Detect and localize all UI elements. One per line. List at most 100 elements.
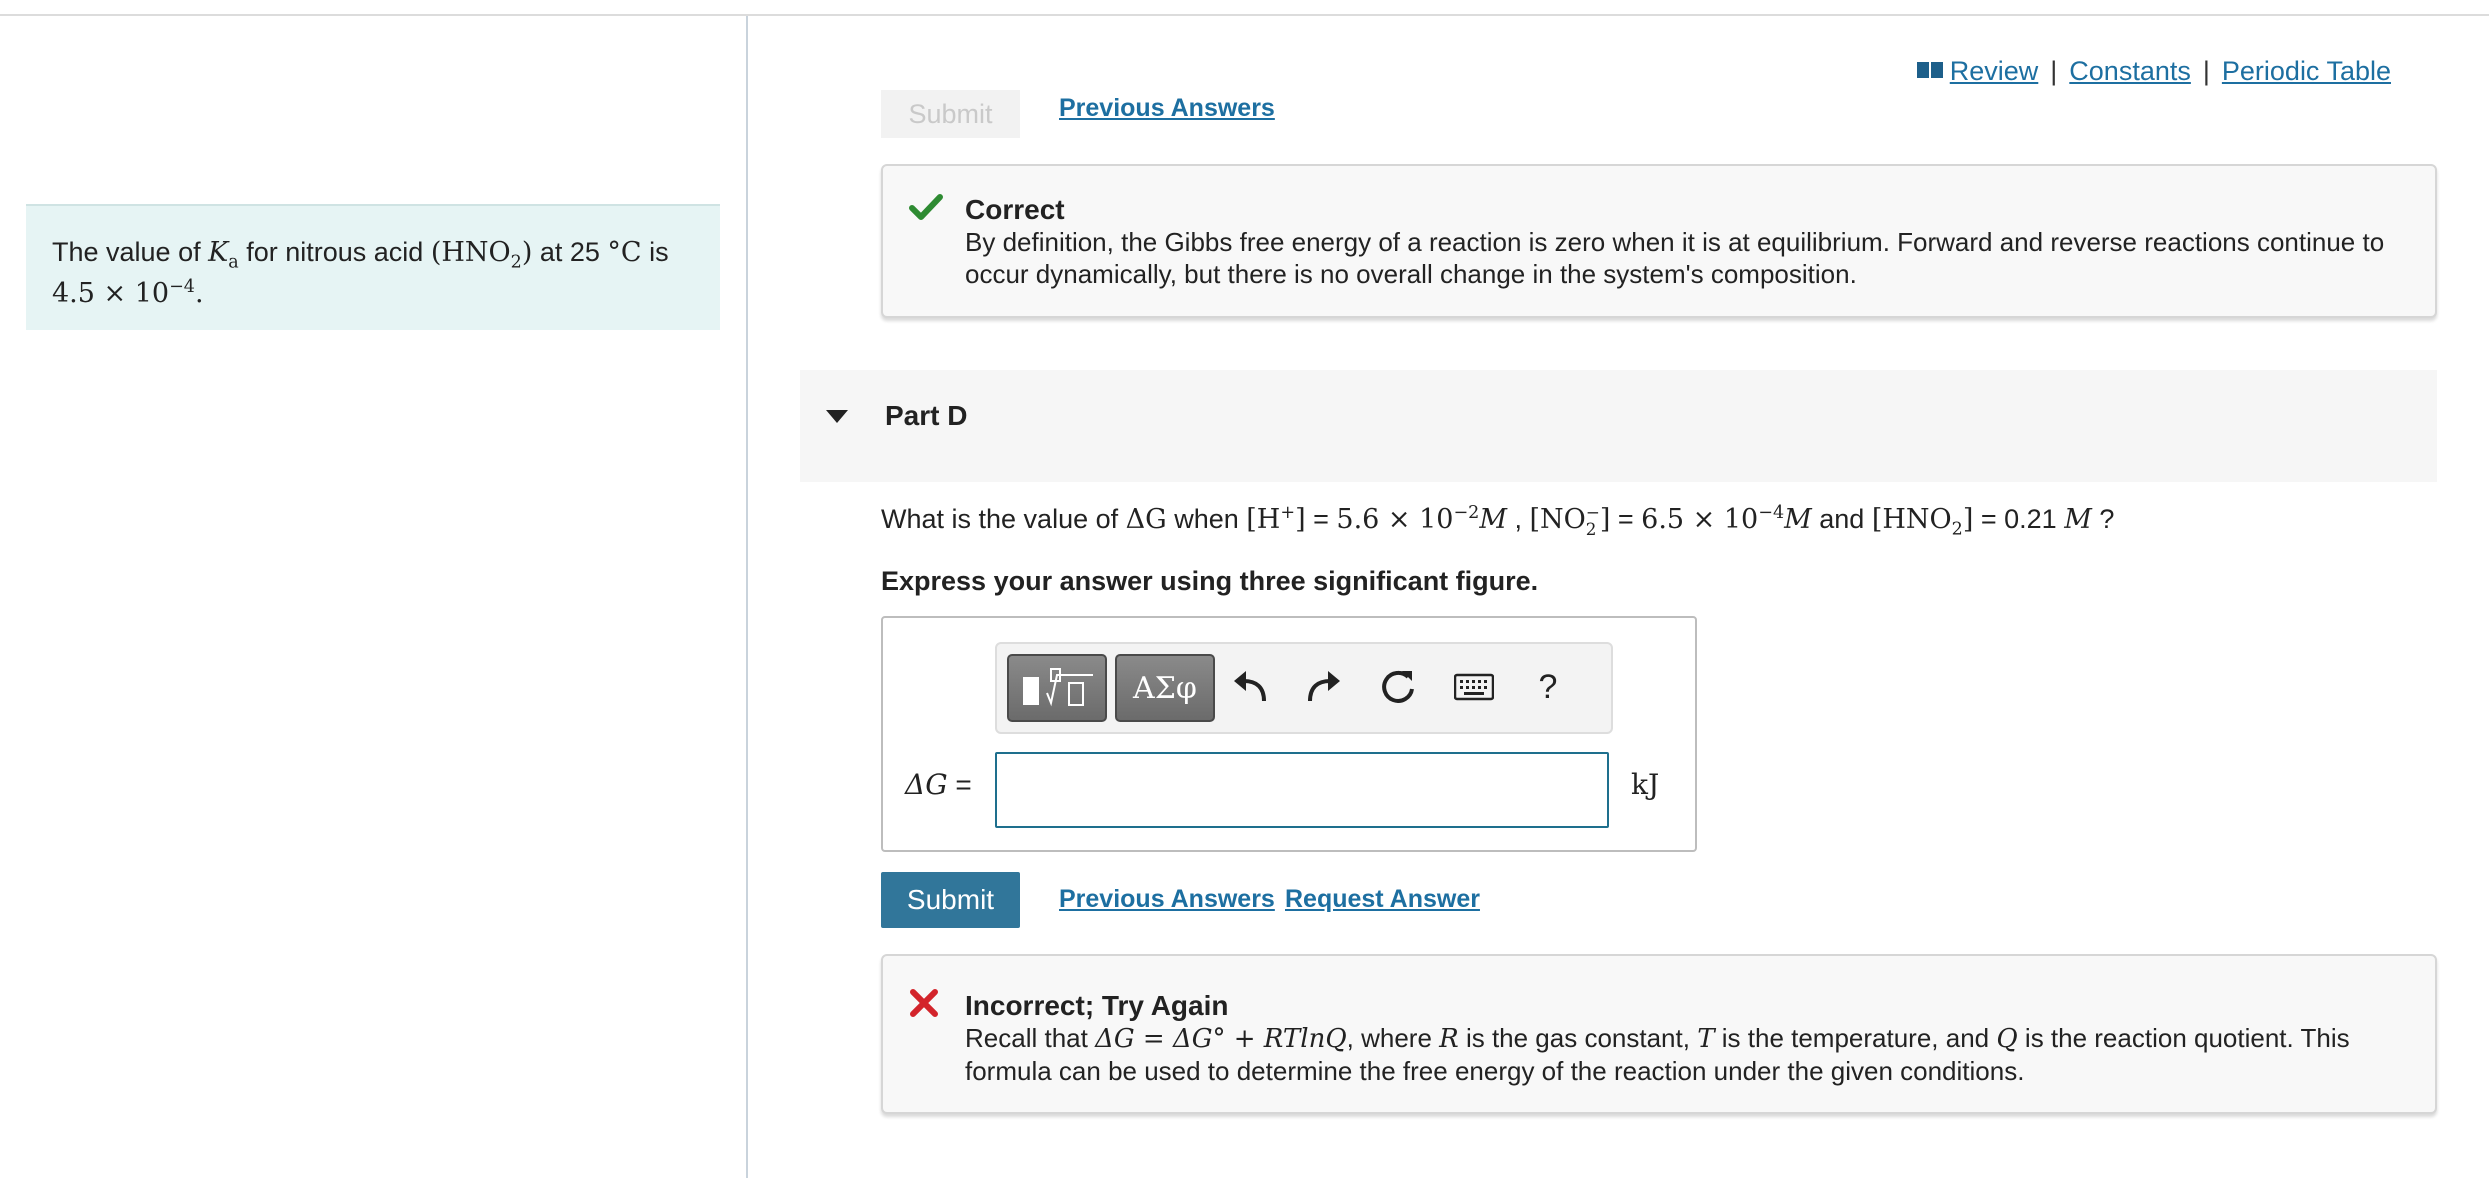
hint-text: Recall that (965, 1023, 1096, 1053)
hno2-open: [HNO (1871, 504, 1952, 536)
link-separator: | (2202, 56, 2210, 86)
q-equals: = (1610, 504, 1642, 535)
ka-period: . (194, 278, 204, 309)
submit-button-disabled: Submit (881, 90, 1020, 138)
book-icon (1916, 62, 1943, 78)
molar-unit: M (1479, 504, 1507, 536)
answer-box: ΑΣφ ? ΔG = kJ (881, 616, 1697, 852)
h-mantissa: 5.6 × 10 (1336, 504, 1454, 536)
ka-value: 4.5 × 10−4. (52, 278, 204, 309)
ka-k: K (208, 237, 229, 268)
hno2-formula: (HNO2) (430, 237, 533, 271)
q-mark: ? (2091, 504, 2115, 535)
resource-links: Review | Constants | Periodic Table (1916, 56, 2391, 87)
gibbs-formula: ΔG = ΔG° + RTlnQ (1095, 1024, 1347, 1054)
intro-text-2: for nitrous acid (238, 237, 431, 267)
temperature-unit: °C (607, 237, 642, 268)
help-button[interactable]: ? (1523, 662, 1573, 712)
q-comma: , (1506, 504, 1530, 535)
hno2-concentration: [HNO2] (1871, 504, 1974, 538)
h-exponent: −2 (1453, 503, 1480, 524)
h-open: [H (1246, 504, 1281, 536)
panel-divider (746, 16, 748, 1178)
periodic-table-link[interactable]: Periodic Table (2222, 56, 2391, 87)
question-text: What is the value of ΔG when [H+] = 5.6 … (881, 504, 2115, 539)
unit-label: kJ (1631, 768, 1660, 801)
molar-unit: M (1784, 504, 1812, 536)
caret-down-icon[interactable] (826, 410, 848, 423)
q-text: What is the value of (881, 504, 1126, 535)
feedback-text: By definition, the Gibbs free energy of … (965, 227, 2385, 289)
undo-icon (1234, 671, 1266, 702)
problem-intro: The value of Ka for nitrous acid (HNO2) … (26, 204, 720, 330)
constants-link[interactable]: Constants (2069, 56, 2191, 87)
symbol-r: R (1439, 1024, 1459, 1054)
feedback-correct: Correct By definition, the Gibbs free en… (881, 164, 2437, 318)
request-answer-link[interactable]: Request Answer (1285, 885, 1480, 914)
q-equals: = (1305, 504, 1337, 535)
part-d-header[interactable]: Part D (800, 370, 2437, 482)
redo-button[interactable] (1299, 662, 1349, 712)
top-divider (0, 14, 2489, 16)
answer-label: ΔG = (905, 768, 972, 801)
q-text: when (1166, 504, 1247, 535)
part-title: Part D (885, 400, 968, 431)
delta-g: ΔG (1126, 504, 1167, 535)
undo-button[interactable] (1225, 662, 1275, 712)
no2-subscript: 2 (1585, 518, 1597, 539)
symbol-q: Q (1996, 1024, 2018, 1054)
h-value: 5.6 × 10−2M (1336, 504, 1507, 535)
hint-text: is the temperature, and (1714, 1023, 1997, 1053)
templates-button[interactable] (1007, 654, 1107, 722)
molar-unit: M (2064, 504, 2092, 536)
h-close: ] (1295, 504, 1306, 536)
reset-button[interactable] (1373, 662, 1423, 712)
ka-mantissa: 4.5 × 10 (52, 278, 170, 309)
link-separator: | (2050, 56, 2058, 86)
keyboard-button[interactable] (1449, 662, 1499, 712)
no2-mantissa: 6.5 × 10 (1641, 504, 1759, 536)
formula-close: ) (521, 237, 533, 268)
formula-subscript: 2 (510, 252, 522, 273)
reset-icon (1382, 670, 1414, 703)
hint-text: is the gas constant, (1458, 1023, 1698, 1053)
templates-icon (1023, 668, 1093, 707)
previous-answers-link[interactable]: Previous Answers (1059, 94, 1275, 123)
feedback-text: Recall that ΔG = ΔG° + RTlnQ, where R is… (965, 1022, 2395, 1087)
feedback-incorrect: Incorrect; Try Again Recall that ΔG = ΔG… (881, 954, 2437, 1114)
feedback-title: Correct (965, 194, 1065, 225)
hno2-value: = 0.21 (1973, 504, 2065, 535)
math-toolbar: ΑΣφ ? (995, 642, 1613, 734)
delta-g-symbol: ΔG (1125, 504, 1167, 536)
delta-g-label: ΔG (905, 768, 948, 801)
review-label: Review (1949, 56, 2039, 86)
keyboard-icon (1454, 673, 1494, 701)
feedback-title: Incorrect; Try Again (965, 990, 1229, 1021)
x-icon (910, 989, 938, 1017)
intro-text-4: is (641, 237, 669, 267)
no2-exponent: −4 (1758, 503, 1785, 524)
no2-close: ] (1599, 504, 1611, 536)
intro-text: The value of (52, 237, 209, 267)
no2-concentration: [NO −2] (1530, 504, 1611, 539)
ka-subscript: a (228, 252, 239, 273)
ka-exponent: −4 (169, 277, 195, 297)
h-concentration: [H+] (1246, 504, 1305, 535)
answer-input[interactable] (995, 752, 1609, 828)
hint-text: , where (1346, 1023, 1440, 1053)
redo-icon (1308, 671, 1340, 702)
symbol-t: T (1697, 1024, 1715, 1054)
greek-symbols-button[interactable]: ΑΣφ (1115, 654, 1215, 722)
ka-symbol: Ka (208, 237, 239, 271)
instruction-text: Express your answer using three signific… (881, 566, 1539, 596)
review-link[interactable]: Review (1916, 56, 2039, 87)
submit-button[interactable]: Submit (881, 872, 1020, 928)
previous-answers-link[interactable]: Previous Answers (1059, 885, 1275, 914)
hno2-close: ] (1962, 504, 1974, 536)
h-charge: + (1280, 503, 1296, 524)
check-icon (909, 194, 943, 220)
formula-text: (HNO (430, 237, 511, 268)
equals-label: = (947, 769, 972, 800)
q-and: and (1811, 504, 1872, 535)
no2-value: 6.5 × 10−4M (1641, 504, 1812, 535)
